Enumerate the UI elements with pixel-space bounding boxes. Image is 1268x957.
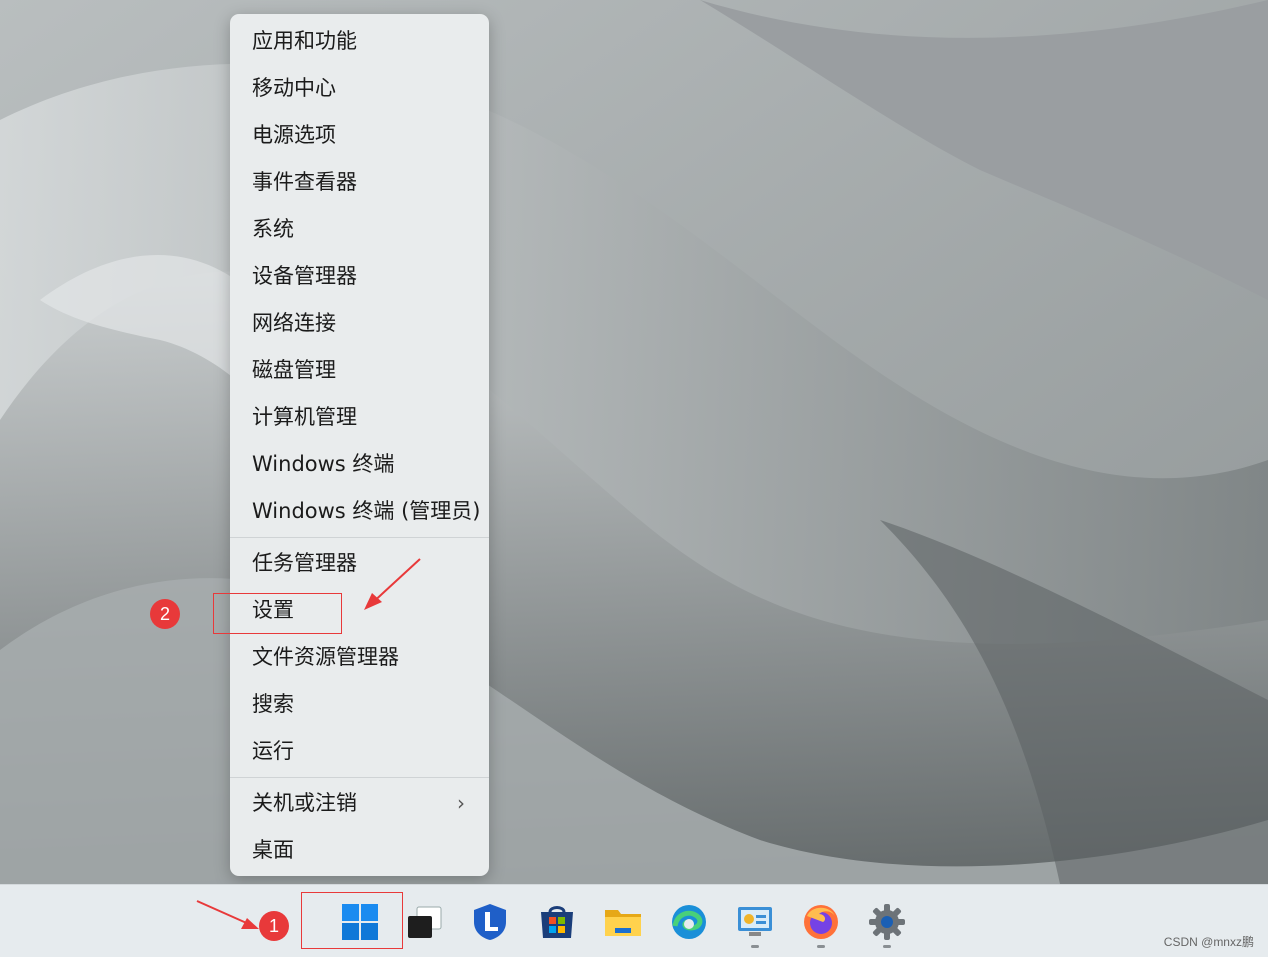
- control-panel-running-indicator: [751, 945, 759, 948]
- menu-item-label: 应用和功能: [252, 29, 357, 53]
- firefox-icon[interactable]: [801, 902, 841, 942]
- menu-item-label: 搜索: [252, 692, 294, 716]
- control-panel-icon[interactable]: [735, 902, 775, 942]
- menu-item[interactable]: Windows 终端: [230, 441, 489, 488]
- menu-item-label: 关机或注销: [252, 791, 357, 815]
- menu-item-label: 任务管理器: [252, 551, 357, 575]
- csdn-watermark: CSDN @mnxz鹏: [1163, 935, 1254, 949]
- menu-item[interactable]: 电源选项: [230, 112, 489, 159]
- menu-item-label: 网络连接: [252, 311, 336, 335]
- store-icon[interactable]: [537, 902, 577, 942]
- menu-item[interactable]: 搜索: [230, 681, 489, 728]
- menu-item-label: 桌面: [252, 838, 294, 862]
- menu-item[interactable]: 桌面: [230, 827, 489, 874]
- menu-item[interactable]: 移动中心: [230, 65, 489, 112]
- menu-item[interactable]: 事件查看器: [230, 159, 489, 206]
- menu-item[interactable]: 网络连接: [230, 300, 489, 347]
- menu-item-label: 移动中心: [252, 76, 336, 100]
- menu-item-label: 运行: [252, 739, 294, 763]
- menu-item-label: 电源选项: [252, 123, 336, 147]
- settings-running-indicator: [883, 945, 891, 948]
- menu-item[interactable]: Windows 终端 (管理员): [230, 488, 489, 535]
- firefox-running-indicator: [817, 945, 825, 948]
- taskbar: 1 CSDN @mnxz鹏: [0, 884, 1268, 957]
- menu-separator: [230, 777, 489, 778]
- menu-item-label: Windows 终端 (管理员): [252, 499, 481, 523]
- menu-item[interactable]: 设备管理器: [230, 253, 489, 300]
- menu-separator: [230, 537, 489, 538]
- menu-item[interactable]: 应用和功能: [230, 18, 489, 65]
- step-1-arrow: [196, 900, 259, 929]
- menu-item[interactable]: 磁盘管理: [230, 347, 489, 394]
- menu-item[interactable]: 运行: [230, 728, 489, 775]
- task-view-icon[interactable]: [405, 902, 445, 942]
- step-2-badge: 2: [150, 599, 180, 629]
- menu-item-label: 设备管理器: [252, 264, 357, 288]
- menu-item-label: 文件资源管理器: [252, 645, 399, 669]
- chevron-right-icon: ›: [457, 791, 465, 815]
- menu-item-label: 计算机管理: [252, 405, 357, 429]
- lenovo-icon[interactable]: [470, 902, 510, 942]
- winx-context-menu: 应用和功能移动中心电源选项事件查看器系统设备管理器网络连接磁盘管理计算机管理 Wi…: [230, 14, 489, 876]
- menu-item-label: Windows 终端: [252, 452, 395, 476]
- menu-item[interactable]: 关机或注销 ›: [230, 780, 489, 827]
- menu-item[interactable]: 文件资源管理器: [230, 634, 489, 681]
- settings-icon[interactable]: [867, 902, 907, 942]
- desktop-wallpaper: [0, 0, 1268, 884]
- menu-item[interactable]: 系统: [230, 206, 489, 253]
- menu-item-label: 磁盘管理: [252, 358, 336, 382]
- menu-item-label: 系统: [252, 217, 294, 241]
- file-explorer-icon[interactable]: [603, 902, 643, 942]
- start-button-highlight-box: [301, 892, 403, 949]
- edge-icon[interactable]: [669, 902, 709, 942]
- step-1-badge: 1: [259, 911, 289, 941]
- step-2-arrow: [364, 558, 421, 610]
- menu-item[interactable]: 计算机管理: [230, 394, 489, 441]
- menu-item-label: 事件查看器: [252, 170, 357, 194]
- settings-highlight-box: [213, 593, 342, 634]
